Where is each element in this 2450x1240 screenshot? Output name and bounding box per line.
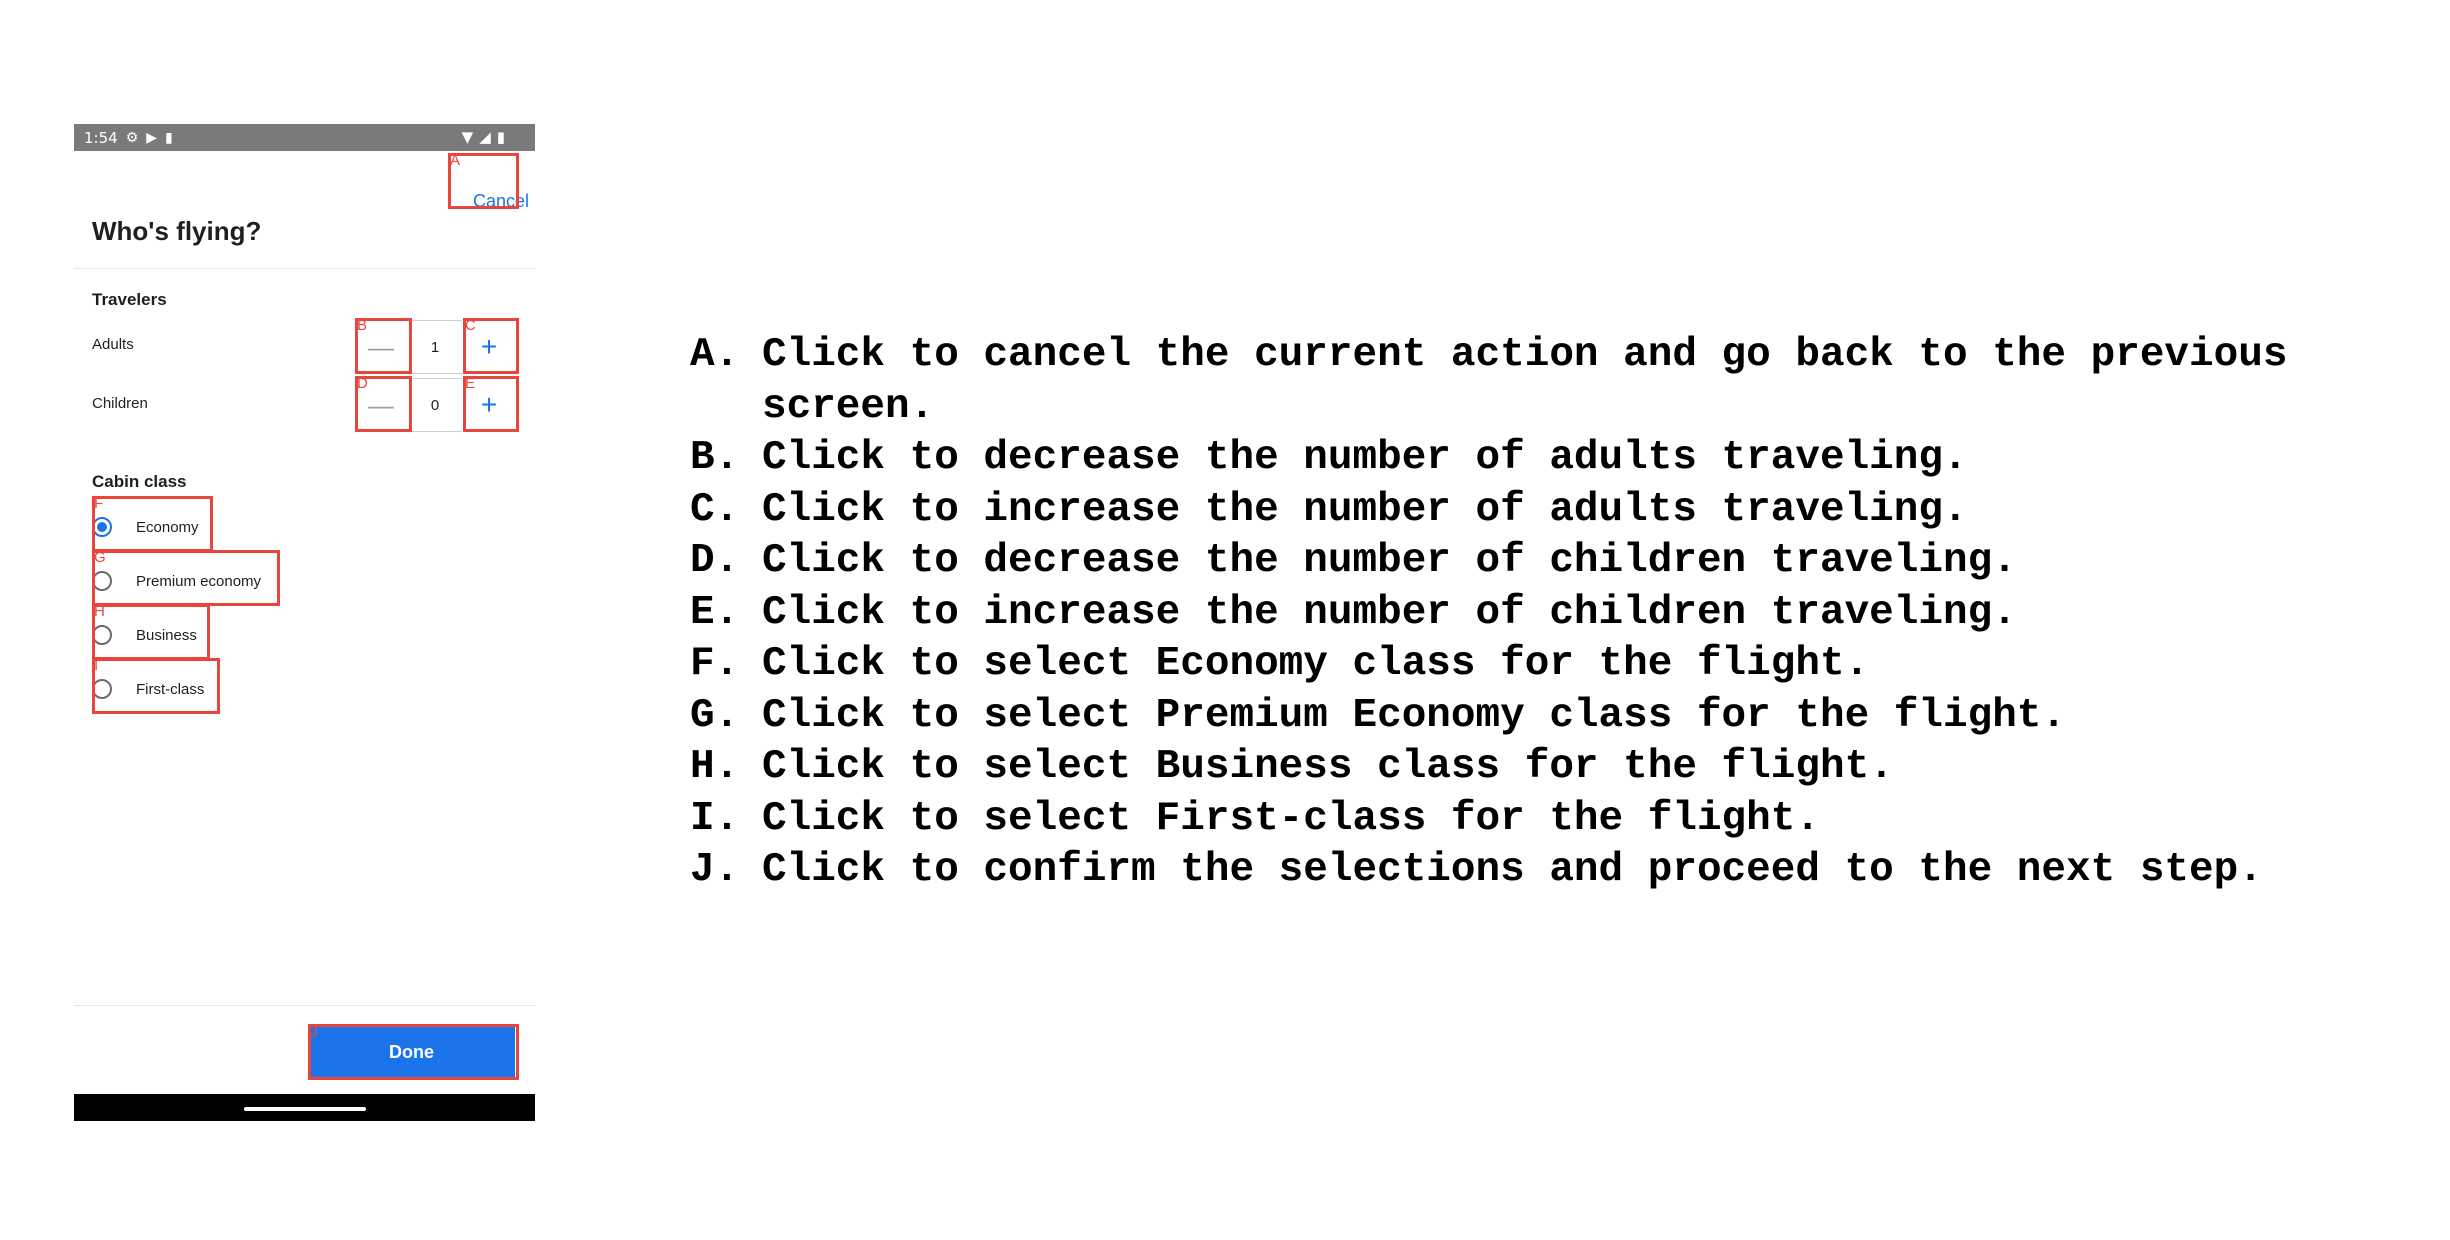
status-right-icons: ▼ ◢ ▮ bbox=[462, 128, 505, 146]
instruction-text: Click to confirm the selections and proc… bbox=[762, 847, 2263, 893]
adults-count: 1 bbox=[408, 320, 462, 374]
instruction-text: Click to cancel the current action and g… bbox=[762, 332, 2288, 430]
instruction-letter: G. bbox=[690, 692, 740, 739]
sd-card-icon: ▮ bbox=[165, 129, 173, 146]
instruction-item: E. Click to increase the number of childr… bbox=[690, 588, 2410, 640]
instruction-letter: F. bbox=[690, 641, 740, 687]
gear-icon: ⚙ bbox=[125, 129, 139, 146]
cancel-button[interactable]: Cancel bbox=[463, 173, 533, 229]
instruction-item: D. Click to decrease the number of childr… bbox=[690, 536, 2410, 588]
instruction-item: H. Click to select Business class for the… bbox=[690, 742, 2410, 794]
instruction-letter: A. bbox=[690, 332, 740, 378]
instruction-letter: C. bbox=[690, 486, 740, 533]
instruction-item: A. Click to cancel the current action and… bbox=[690, 330, 2410, 433]
play-icon: ▶ bbox=[146, 129, 158, 146]
instruction-item: I. Click to select First-class for the fl… bbox=[690, 794, 2410, 846]
instruction-item: G. Click to select Premium Economy class … bbox=[690, 691, 2410, 743]
cabin-option-label: First-class bbox=[136, 680, 205, 698]
plus-icon: + bbox=[480, 331, 498, 362]
children-count: 0 bbox=[408, 378, 462, 432]
travelers-section-label: Travelers bbox=[92, 290, 167, 309]
status-time: 1:54 bbox=[84, 128, 118, 147]
instruction-list: A. Click to cancel the current action and… bbox=[690, 330, 2410, 897]
instruction-text: Click to increase the number of children… bbox=[762, 589, 2017, 636]
instruction-text: Click to decrease the number of adults t… bbox=[762, 435, 1968, 481]
instruction-text: Click to decrease the number of children… bbox=[762, 538, 2017, 584]
battery-icon: ▮ bbox=[496, 128, 505, 146]
instruction-item: B. Click to decrease the number of adults… bbox=[690, 433, 2410, 485]
cabin-option-label: Premium economy bbox=[136, 572, 262, 590]
radio-unselected-icon bbox=[92, 679, 112, 699]
instruction-text: Click to select Economy class for the fl… bbox=[762, 641, 1870, 687]
signal-icon: ◢ bbox=[479, 128, 491, 146]
instruction-text: Click to select Premium Economy class fo… bbox=[762, 692, 2067, 739]
instruction-letter: D. bbox=[690, 538, 740, 584]
cabin-option-label: Economy bbox=[136, 518, 199, 536]
home-handle[interactable] bbox=[244, 1107, 366, 1111]
cabin-option-premium-economy[interactable]: Premium economy bbox=[92, 556, 261, 606]
divider bbox=[74, 1005, 535, 1006]
children-increase-button[interactable]: + bbox=[462, 378, 516, 432]
navigation-bar bbox=[74, 1094, 535, 1121]
cabin-option-first-class[interactable]: First-class bbox=[92, 664, 204, 714]
minus-icon: — bbox=[368, 331, 394, 362]
instruction-item: J. Click to confirm the selections and pr… bbox=[690, 845, 2410, 897]
radio-unselected-icon bbox=[92, 625, 112, 645]
instruction-text: Click to increase the number of adults t… bbox=[762, 486, 1968, 533]
instruction-letter: E. bbox=[690, 589, 740, 636]
done-button[interactable]: Done bbox=[308, 1024, 515, 1080]
cabin-class-section-label: Cabin class bbox=[92, 472, 187, 491]
adults-label: Adults bbox=[92, 336, 134, 353]
divider bbox=[74, 268, 535, 269]
status-bar: 1:54 ⚙ ▶ ▮ ▼ ◢ ▮ bbox=[74, 124, 535, 151]
phone-screen: 1:54 ⚙ ▶ ▮ ▼ ◢ ▮ Cancel Who's flying? Tr… bbox=[74, 124, 535, 1121]
radio-selected-icon bbox=[92, 517, 112, 537]
instruction-letter: I. bbox=[690, 795, 740, 842]
adults-increase-button[interactable]: + bbox=[462, 320, 516, 374]
plus-icon: + bbox=[480, 389, 498, 420]
cabin-option-economy[interactable]: Economy bbox=[92, 502, 199, 552]
page-title: Who's flying? bbox=[92, 216, 262, 246]
instruction-letter: J. bbox=[690, 847, 740, 893]
adults-decrease-button[interactable]: — bbox=[354, 320, 408, 374]
instruction-text: Click to select Business class for the f… bbox=[762, 744, 1894, 790]
instruction-item: F. Click to select Economy class for the … bbox=[690, 639, 2410, 691]
instruction-letter: B. bbox=[690, 435, 740, 481]
cabin-option-label: Business bbox=[136, 626, 197, 644]
instruction-text: Click to select First-class for the flig… bbox=[762, 795, 1820, 842]
instruction-item: C. Click to increase the number of adults… bbox=[690, 485, 2410, 537]
minus-icon: — bbox=[368, 389, 394, 420]
children-label: Children bbox=[92, 395, 148, 412]
wifi-icon: ▼ bbox=[461, 128, 474, 146]
cabin-option-business[interactable]: Business bbox=[92, 610, 197, 660]
radio-unselected-icon bbox=[92, 571, 112, 591]
instruction-letter: H. bbox=[690, 744, 740, 790]
children-decrease-button[interactable]: — bbox=[354, 378, 408, 432]
